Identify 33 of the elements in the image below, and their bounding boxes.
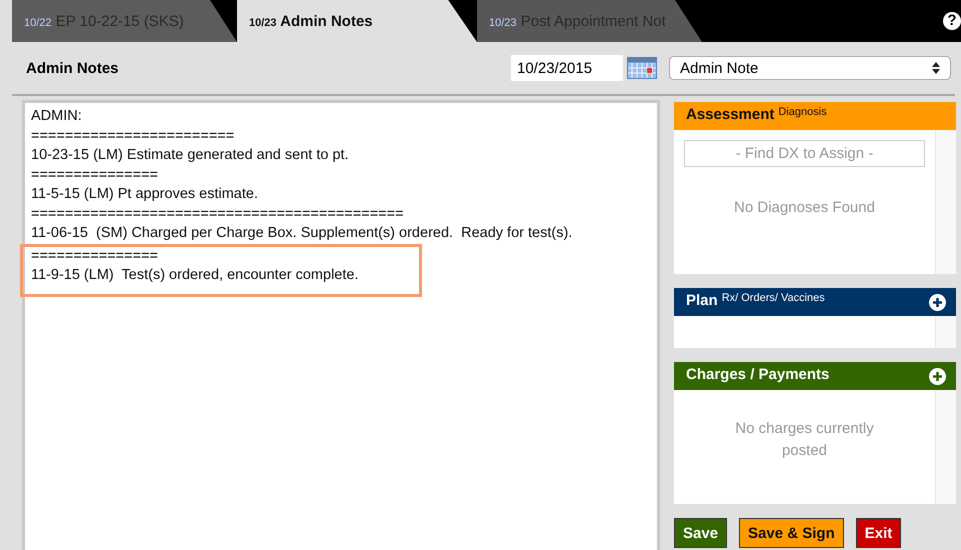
empty-message: No Diagnoses Found <box>733 198 876 218</box>
note-line: =============== <box>31 166 160 184</box>
note-line: ======================== <box>31 126 236 146</box>
scrollbar-track[interactable] <box>935 390 956 504</box>
add-icon[interactable] <box>929 294 946 311</box>
note-line: ADMIN: <box>31 107 83 126</box>
action-button[interactable]: Exit <box>856 518 902 548</box>
scrollbar-track[interactable] <box>935 130 956 274</box>
tab[interactable]: 10/23 Admin Notes <box>237 0 477 42</box>
date-field[interactable]: 10/23/2015 <box>511 55 623 81</box>
help-icon[interactable]: ? <box>943 12 961 30</box>
panel-title: Plan <box>686 292 718 309</box>
action-button[interactable]: Save <box>674 518 728 548</box>
note-type-select[interactable]: Admin Note <box>669 56 951 80</box>
calendar-icon[interactable] <box>627 57 657 79</box>
panel-title: Assessment <box>686 106 774 123</box>
section-title: Admin Notes <box>26 60 120 76</box>
scrollbar-track[interactable] <box>935 316 956 348</box>
note-line: 11-9-15 (LM) Test(s) ordered, encounter complete. <box>31 266 360 285</box>
add-icon[interactable] <box>929 368 946 385</box>
note-line: =============== <box>31 246 160 266</box>
panel-subtitle: Diagnosis <box>778 106 827 118</box>
empty-message: No charges currently posted <box>734 419 875 461</box>
note-line: ============================================ <box>31 204 405 224</box>
notes-area[interactable] <box>22 100 660 550</box>
panel-title: Charges / Payments <box>686 366 830 383</box>
note-line: 10-23-15 (LM) Estimate generated and sent to pt. <box>31 146 350 165</box>
note-line: 11-5-15 (LM) Pt approves estimate. <box>31 185 259 204</box>
note-line: 11-06-15 (SM) Charged per Charge Box. Supplement(s) ordered. Ready for test(s). <box>31 224 574 243</box>
panel-subtitle: Rx/ Orders/ Vaccines <box>722 292 825 304</box>
dropdown-arrows-icon <box>932 62 940 74</box>
action-button[interactable]: Save & Sign <box>739 518 844 548</box>
diagnosis-search-field[interactable]: - Find DX to Assign - <box>684 140 925 167</box>
